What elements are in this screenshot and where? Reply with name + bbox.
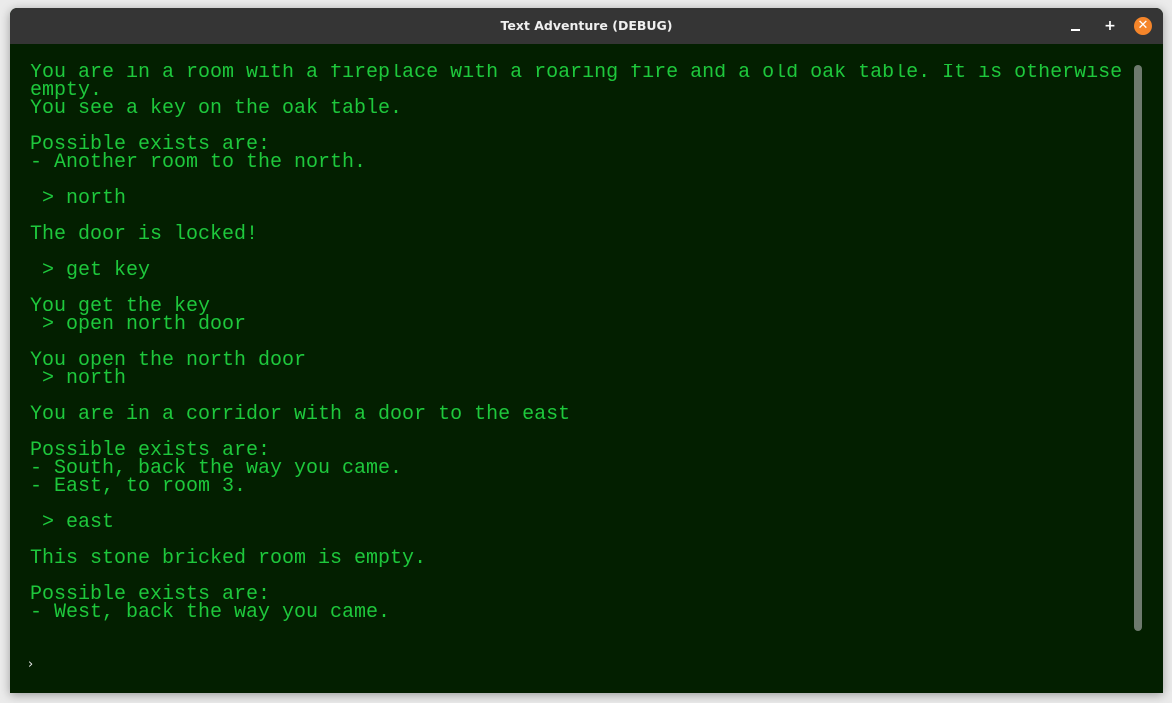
command-echo-line: > north [30,367,127,390]
maximize-button[interactable]: + [1101,17,1119,35]
minimize-icon [1071,29,1080,31]
close-icon: ✕ [1137,18,1149,33]
minimize-button[interactable] [1066,17,1084,35]
output-line: - Another room to the north. [30,151,367,174]
output-line: You see a key on the oak table. [30,97,403,120]
output-line: You are in a corridor with a door to the… [30,403,571,426]
maximize-icon: + [1104,18,1116,34]
title-bar[interactable]: Text Adventure (DEBUG) + ✕ [10,8,1163,44]
output-line: - West, back the way you came. [30,601,391,624]
command-echo-line: > open north door [30,313,247,336]
window-title: Text Adventure (DEBUG) [500,18,673,33]
command-input-row: › [28,652,1128,676]
output-line: This stone bricked room is empty. [30,547,427,570]
app-window: Text Adventure (DEBUG) + ✕ You are in a … [10,8,1163,693]
terminal-area: You are in a room with a fireplace with … [10,44,1163,693]
command-echo-line: > east [30,511,115,534]
command-echo-line: > get key [30,259,151,282]
command-echo-line: > north [30,187,127,210]
game-output-log: You are in a room with a fireplace with … [30,64,1130,634]
output-line: You open the north door [30,349,307,372]
output-line: You are in a room with a fireplace with … [30,64,1123,84]
output-line: - East, to room 3. [30,475,247,498]
output-line: The door is locked! [30,223,259,246]
command-input[interactable] [42,653,1128,675]
prompt-chevron-icon: › [28,656,34,672]
scrollbar-thumb[interactable] [1134,65,1142,631]
close-button[interactable]: ✕ [1134,17,1152,35]
